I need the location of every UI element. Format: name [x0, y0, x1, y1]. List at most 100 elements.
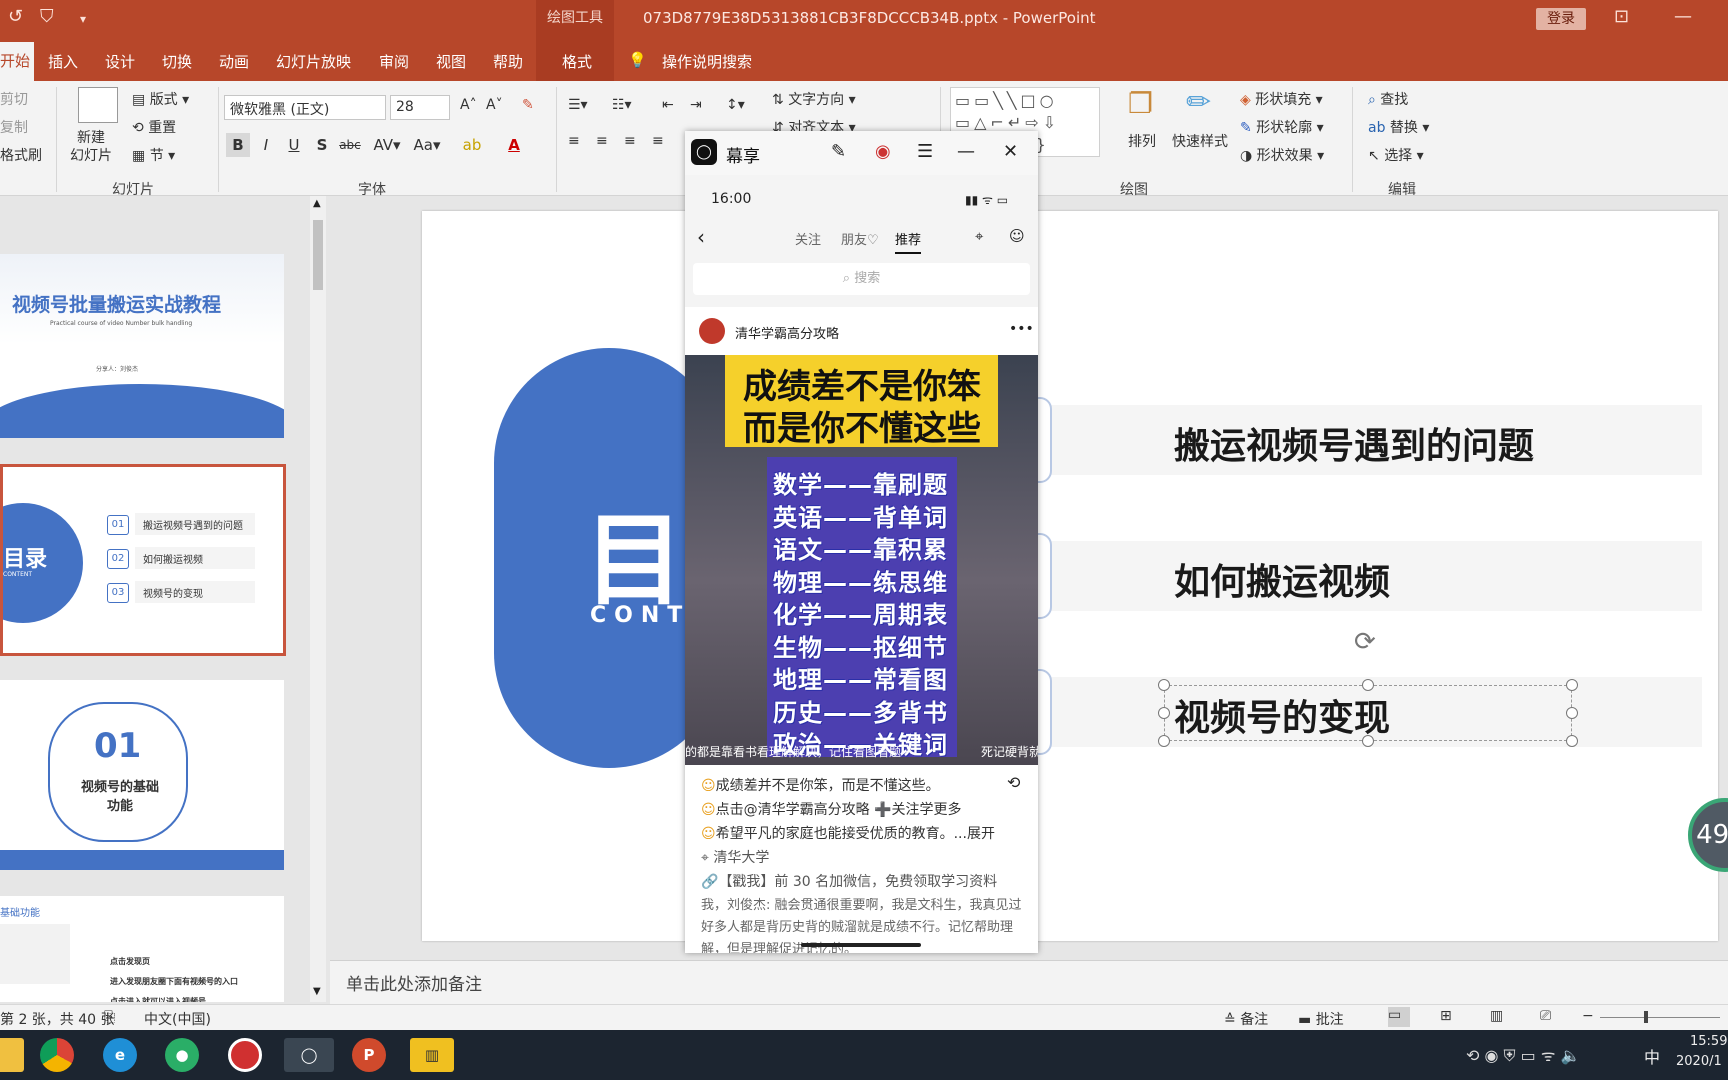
toc-item-text[interactable]: 搬运视频号遇到的问题: [1174, 417, 1534, 469]
wechat-icon[interactable]: ●: [165, 1038, 199, 1072]
zoom-slider-thumb[interactable]: [1644, 1011, 1648, 1023]
selection-box[interactable]: [1164, 685, 1572, 741]
select-button[interactable]: ↖ 选择 ▾: [1368, 145, 1424, 165]
bullets-icon[interactable]: ☰▾: [568, 97, 588, 113]
find-button[interactable]: ⌕ 查找: [1368, 89, 1408, 109]
video-player[interactable]: 成绩差不是你笨 而是你不懂这些 数学——靠刷题 英语——背单词 语文——靠积累 物理—…: [685, 355, 1038, 765]
tab-1[interactable]: 插入: [48, 51, 78, 72]
thumbnail-scrollbar[interactable]: ▲ ▼: [310, 196, 326, 1002]
minimize-icon[interactable]: —: [957, 141, 975, 162]
chrome-icon[interactable]: [40, 1038, 74, 1072]
phone-search-box[interactable]: ⌕ 搜索: [693, 263, 1030, 295]
tab-friends[interactable]: 朋友♡: [841, 229, 879, 248]
quick-styles-button[interactable]: 快速样式: [1172, 131, 1228, 151]
zoom-out-icon[interactable]: −: [1582, 1008, 1594, 1024]
bold-icon[interactable]: B: [226, 133, 250, 157]
change-case-icon[interactable]: Aa▾: [410, 133, 444, 157]
replace-button[interactable]: ab 替换 ▾: [1368, 117, 1429, 137]
shrink-font-icon[interactable]: A˅: [486, 97, 503, 113]
resize-handle[interactable]: [1158, 707, 1170, 719]
tab-6[interactable]: 审阅: [379, 51, 409, 72]
increase-indent-icon[interactable]: ⇥: [690, 97, 702, 113]
arrange-icon[interactable]: ❐: [1128, 87, 1153, 120]
author-name[interactable]: 清华学霸高分攻略: [735, 323, 839, 342]
back-icon[interactable]: ‹: [697, 225, 705, 249]
tab-5[interactable]: 幻灯片放映: [276, 51, 351, 72]
align-right-icon[interactable]: ≡: [624, 133, 636, 149]
resize-handle[interactable]: [1566, 707, 1578, 719]
slide-thumb-4[interactable]: 基础功能 点击发现页 进入发现朋友圈下面有视频号的入口 点击进入就可以进入视频号: [0, 896, 284, 1002]
slide-thumb-1[interactable]: 视频号批量搬运实战教程 Practical course of video Nu…: [0, 254, 284, 438]
align-center-icon[interactable]: ≡: [596, 133, 608, 149]
customize-qat-icon[interactable]: ▾: [80, 12, 86, 26]
tab-recommend[interactable]: 推荐: [895, 229, 922, 254]
char-spacing-icon[interactable]: AV▾: [370, 133, 404, 157]
tab-2[interactable]: 设计: [105, 51, 135, 72]
slide-thumb-3[interactable]: 01 视频号的基础功能: [0, 680, 284, 870]
cut-button[interactable]: 剪切: [0, 89, 28, 109]
record-icon[interactable]: ◉: [875, 141, 891, 162]
tab-7[interactable]: 视图: [436, 51, 466, 72]
ime-indicator[interactable]: 中: [1644, 1044, 1660, 1068]
slide-thumb-2[interactable]: 目录 CONTENT 01 搬运视频号遇到的问题 02 如何搬运视频 03 视频号的…: [0, 464, 286, 656]
powerpoint-icon[interactable]: P: [352, 1038, 386, 1072]
quick-styles-icon[interactable]: ✏: [1186, 85, 1211, 120]
tab-format[interactable]: 格式: [536, 38, 614, 81]
author-avatar[interactable]: [699, 318, 725, 344]
line-spacing-icon[interactable]: ↕▾: [726, 97, 745, 113]
shape-effects-button[interactable]: ◑ 形状效果 ▾: [1240, 145, 1324, 165]
resize-handle[interactable]: [1362, 735, 1374, 747]
normal-view-icon[interactable]: ▭: [1388, 1007, 1410, 1027]
highlight-icon[interactable]: ab: [460, 133, 484, 157]
profile-icon[interactable]: ☺: [1009, 227, 1025, 245]
slide-sorter-icon[interactable]: ⊞: [1440, 1008, 1452, 1024]
file-explorer-icon[interactable]: [0, 1038, 24, 1072]
shape-fill-button[interactable]: ◈ 形状填充 ▾: [1240, 89, 1323, 109]
reset-button[interactable]: ⟲ 重置: [132, 117, 176, 137]
home-indicator[interactable]: [801, 943, 921, 947]
tab-follow[interactable]: 关注: [795, 229, 821, 248]
numbering-icon[interactable]: ☷▾: [612, 97, 632, 113]
text-direction-button[interactable]: ⇅ 文字方向 ▾: [772, 89, 856, 109]
recorder-app-icon[interactable]: [228, 1038, 262, 1072]
italic-icon[interactable]: I: [254, 133, 278, 157]
comments-toggle[interactable]: ▬ 批注: [1298, 1009, 1344, 1029]
new-slide-button[interactable]: 新建 幻灯片: [70, 129, 112, 165]
post-location[interactable]: ⌖ 清华大学: [701, 847, 769, 867]
scroll-down-icon[interactable]: ▼: [313, 986, 321, 997]
tab-4[interactable]: 动画: [219, 51, 249, 72]
notes-pane[interactable]: 单击此处添加备注: [330, 960, 1728, 1004]
zoom-slider[interactable]: [1600, 1017, 1720, 1018]
arrange-button[interactable]: 排列: [1128, 131, 1156, 151]
ribbon-display-icon[interactable]: ⊡: [1614, 6, 1629, 27]
more-icon[interactable]: •••: [1009, 321, 1034, 337]
slide-canvas[interactable]: 目录 CONTENT 01 搬运视频号遇到的问题 02 如何搬运视频 03 视频…: [422, 211, 1718, 941]
rotate-handle-icon[interactable]: ⟳: [1354, 627, 1376, 657]
resize-handle[interactable]: [1566, 679, 1578, 691]
location-icon[interactable]: ⌖: [975, 227, 983, 245]
menu-icon[interactable]: ☰: [917, 141, 933, 162]
resize-handle[interactable]: [1566, 735, 1578, 747]
share-icon[interactable]: ⟲: [1007, 773, 1020, 792]
format-painter-button[interactable]: 格式刷: [0, 145, 42, 165]
font-size-combo[interactable]: 28: [390, 95, 450, 120]
new-slide-icon[interactable]: [78, 87, 118, 123]
toc-item-text[interactable]: 如何搬运视频: [1174, 553, 1390, 605]
font-name-combo[interactable]: 微软雅黑 (正文): [224, 95, 386, 120]
strikethrough-icon[interactable]: abc: [338, 133, 362, 157]
undo-icon[interactable]: ↺: [8, 6, 23, 27]
pen-icon[interactable]: ✎: [831, 141, 846, 162]
decrease-indent-icon[interactable]: ⇤: [662, 97, 674, 113]
layout-button[interactable]: ▤ 版式 ▾: [132, 89, 189, 109]
tray-icons[interactable]: ⟲ ◉ ⛨ ▭ ᯤ 🔈: [1466, 1044, 1580, 1066]
resize-handle[interactable]: [1362, 679, 1374, 691]
post-link[interactable]: 🔗【戳我】前 30 名加微信，免费领取学习资料: [701, 871, 997, 891]
reading-view-icon[interactable]: ▥: [1490, 1008, 1503, 1024]
slideshow-start-icon[interactable]: ⛉: [40, 6, 54, 27]
tell-me-search[interactable]: 操作说明搜索: [662, 51, 752, 72]
spell-check-icon[interactable]: ⎘: [104, 1009, 115, 1025]
font-color-icon[interactable]: A: [502, 133, 526, 157]
grow-font-icon[interactable]: A˄: [460, 97, 477, 113]
charts-app-icon[interactable]: ▥: [410, 1038, 454, 1072]
slideshow-view-icon[interactable]: ⎚: [1540, 1008, 1551, 1024]
